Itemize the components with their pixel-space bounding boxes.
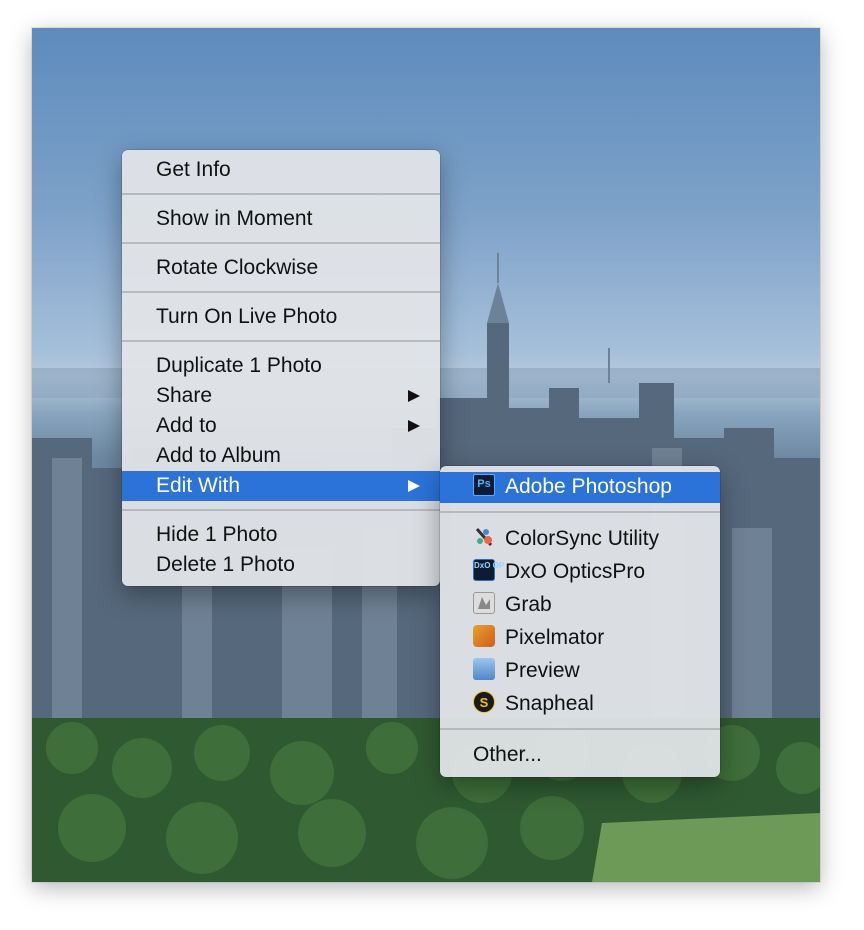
submenu-item-other[interactable]: Other... (440, 740, 720, 770)
preview-icon (473, 658, 495, 681)
menu-item-turn-on-live-photo[interactable]: Turn On Live Photo (122, 302, 440, 332)
menu-separator (122, 509, 440, 511)
menu-separator (440, 511, 720, 513)
menu-separator (122, 291, 440, 293)
photo-context-menu: Get Info Show in Moment Rotate Clockwise… (122, 150, 440, 586)
menu-item-delete-photo[interactable]: Delete 1 Photo (122, 550, 440, 580)
menu-item-label: Get Info (156, 158, 231, 181)
submenu-item-snapheal[interactable]: S Snapheal (440, 689, 720, 719)
submenu-item-label: Adobe Photoshop (505, 475, 672, 498)
menu-item-rotate-clockwise[interactable]: Rotate Clockwise (122, 253, 440, 283)
submenu-item-dxo-opticspro[interactable]: DxO OPDxO OpticsPro (440, 557, 720, 587)
grab-icon (473, 592, 495, 615)
menu-item-label: Show in Moment (156, 207, 313, 230)
submenu-arrow-icon (408, 480, 420, 492)
menu-item-edit-with[interactable]: Edit With (122, 471, 440, 501)
menu-item-label: Add to Album (156, 444, 281, 467)
submenu-item-preview[interactable]: Preview (440, 656, 720, 686)
edit-with-submenu: Ps Adobe Photoshop ColorSync Utility DxO … (440, 466, 720, 777)
menu-item-label: Hide 1 Photo (156, 523, 278, 546)
dxo-icon: DxO OP (473, 559, 504, 582)
submenu-item-label: Snapheal (505, 692, 594, 715)
submenu-item-label: DxO OpticsPro (505, 560, 646, 583)
submenu-item-pixelmator[interactable]: Pixelmator (440, 623, 720, 653)
menu-separator (122, 242, 440, 244)
menu-item-label: Turn On Live Photo (156, 305, 338, 328)
submenu-item-label: Pixelmator (505, 626, 605, 649)
menu-item-share[interactable]: Share (122, 381, 440, 411)
menu-item-hide-photo[interactable]: Hide 1 Photo (122, 520, 440, 550)
submenu-arrow-icon (408, 420, 420, 432)
photoshop-icon: Ps (473, 474, 495, 497)
submenu-item-grab[interactable]: Grab (440, 590, 720, 620)
submenu-item-label: Grab (505, 593, 552, 616)
submenu-arrow-icon (408, 390, 420, 402)
menu-item-label: Share (156, 384, 213, 407)
menu-item-label: Rotate Clockwise (156, 256, 319, 279)
colorsync-icon (473, 526, 495, 548)
pixelmator-icon (473, 625, 495, 648)
menu-item-add-to[interactable]: Add to (122, 411, 440, 441)
submenu-item-label: Other... (473, 743, 542, 766)
menu-item-duplicate-photo[interactable]: Duplicate 1 Photo (122, 351, 440, 381)
menu-separator (122, 193, 440, 195)
menu-item-label: Edit With (156, 474, 241, 497)
menu-item-show-in-moment[interactable]: Show in Moment (122, 204, 440, 234)
menu-item-add-to-album[interactable]: Add to Album (122, 441, 440, 471)
menu-item-label: Delete 1 Photo (156, 553, 295, 576)
submenu-item-adobe-photoshop[interactable]: Ps Adobe Photoshop (440, 472, 720, 503)
submenu-item-label: ColorSync Utility (505, 527, 660, 550)
menu-item-get-info[interactable]: Get Info (122, 155, 440, 185)
menu-item-label: Duplicate 1 Photo (156, 354, 322, 377)
snapheal-icon: S (473, 691, 495, 714)
submenu-item-label: Preview (505, 659, 580, 682)
menu-separator (440, 728, 720, 730)
menu-separator (122, 340, 440, 342)
submenu-item-colorsync-utility[interactable]: ColorSync Utility (440, 524, 720, 554)
menu-item-label: Add to (156, 414, 217, 437)
